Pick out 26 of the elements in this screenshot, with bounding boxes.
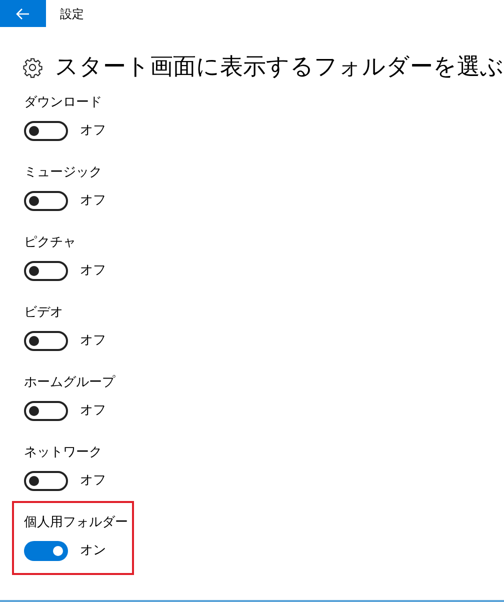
toggle-state-text: オフ [80,262,106,280]
toggle-label: ミュージック [24,164,103,182]
toggle-label: ホームグループ [24,374,116,392]
toggle-label: ネットワーク [24,444,103,462]
toggle-state-text: オフ [80,332,106,350]
toggle-switch[interactable] [24,401,68,421]
toggle-label: 個人用フォルダー [24,514,129,532]
toggle-switch[interactable] [24,471,68,491]
toggle-state-text: オフ [80,192,106,210]
toggle-label: ビデオ [24,304,64,322]
toggle-switch[interactable] [24,191,68,211]
toggle-state-text: オフ [80,472,106,490]
toggle-switch[interactable] [24,331,68,351]
toggle-state-text: オフ [80,402,106,420]
toggle-label: ダウンロード [24,94,103,112]
toggle-state-text: オフ [80,122,106,140]
window-title: 設定 [60,6,84,22]
toggle-switch[interactable] [24,541,68,561]
back-button[interactable] [0,0,46,27]
page-heading: スタート画面に表示するフォルダーを選ぶ [55,56,504,79]
toggle-label: ピクチャ [24,234,77,252]
back-arrow-icon [16,8,30,20]
toggle-switch[interactable] [24,121,68,141]
toggle-switch[interactable] [24,261,68,281]
toggle-state-text: オン [80,542,106,560]
settings-icon [22,57,43,78]
